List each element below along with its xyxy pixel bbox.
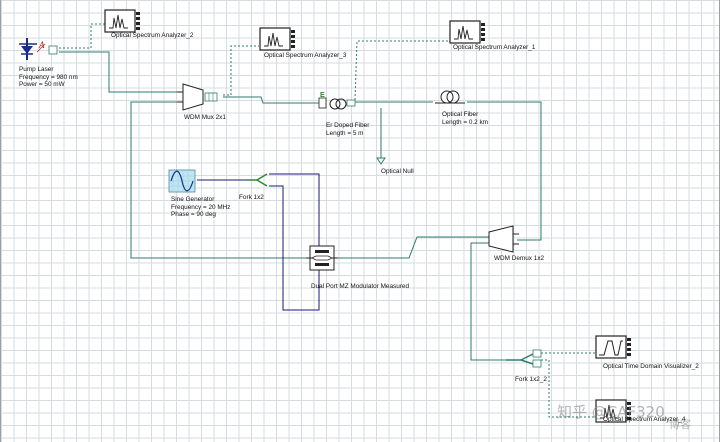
- optical-fiber-icon[interactable]: [435, 90, 465, 104]
- pump-laser-icon[interactable]: A: [19, 38, 58, 60]
- sine-generator-icon[interactable]: [168, 169, 196, 193]
- wire-pump-to-osa2[interactable]: [59, 23, 105, 49]
- wdm-mux-label: WDM Mux 2x1: [184, 114, 226, 121]
- er-doped-fiber-icon[interactable]: E: [318, 92, 356, 110]
- osa3-icon[interactable]: [259, 27, 295, 51]
- fiber-length: Length = 0.2 km: [442, 118, 489, 126]
- wire-mux-to-edf[interactable]: [223, 96, 319, 104]
- wdm-demux-icon[interactable]: [488, 225, 519, 253]
- otdv-icon[interactable]: [595, 335, 631, 359]
- mz-modulator-label: Dual Port MZ Modulator Measured: [311, 283, 410, 290]
- osa3-label: Optical Spectrum Analyzer_3: [264, 52, 347, 59]
- sine-name: Sine Generator: [171, 196, 215, 203]
- sine-phase: Phase = 90 deg: [171, 211, 216, 219]
- demux-label: WDM Demux 1x2: [494, 255, 545, 262]
- optical-null-icon[interactable]: [376, 157, 386, 165]
- svg-text:E: E: [320, 92, 325, 99]
- fork2-icon[interactable]: [506, 349, 542, 368]
- otdv-label: Optical Time Domain Visualizer_2: [603, 363, 699, 370]
- pump-laser-power: Power = 50 mW: [19, 81, 65, 89]
- edf-length: Length = 5 m: [326, 129, 364, 137]
- watermark-text: 知乎 @CAF320: [557, 403, 665, 421]
- fork2-label: Fork 1x2_2: [515, 376, 547, 383]
- wdm-mux-icon[interactable]: [177, 83, 218, 111]
- pump-laser-name: Pump Laser: [19, 66, 54, 73]
- fork1-icon[interactable]: [247, 173, 268, 187]
- fork1-label: Fork 1x2: [239, 194, 264, 201]
- wire-layer: A E: [19, 9, 631, 423]
- sine-generator-label: Sine Generator Frequency = 20 MHz Phase …: [171, 196, 231, 219]
- watermark-secondary: 博客: [669, 418, 691, 431]
- edf-label: Er Doped Fiber Length = 5 m: [326, 122, 369, 137]
- watermark: 知乎 @CAF320: [557, 401, 665, 422]
- fiber-name: Optical Fiber: [442, 111, 479, 118]
- mz-modulator-icon[interactable]: [306, 245, 338, 271]
- pump-laser-frequency: Frequency = 980 nm: [19, 73, 78, 81]
- wire-edf-to-osa1[interactable]: [354, 40, 449, 101]
- pump-laser-label: Pump Laser Frequency = 980 nm Power = 50…: [19, 66, 78, 89]
- sine-frequency: Frequency = 20 MHz: [171, 203, 231, 211]
- wire-mux-to-osa3[interactable]: [223, 45, 259, 96]
- osa1-icon[interactable]: [449, 20, 485, 44]
- schematic-canvas[interactable]: A E Pump Laser Frequency = 980 nm Power …: [0, 0, 720, 442]
- wire-fork1-to-mz-top[interactable]: [269, 173, 320, 248]
- optical-null-label: Optical Null: [381, 168, 414, 175]
- wire-mz-to-demux[interactable]: [337, 236, 489, 259]
- fiber-label: Optical Fiber Length = 0.2 km: [442, 111, 488, 126]
- osa2-label: Optical Spectrum Analyzer_2: [111, 32, 194, 39]
- osa2-icon[interactable]: [104, 9, 140, 33]
- edf-name: Er Doped Fiber: [326, 122, 370, 129]
- osa1-label: Optical Spectrum Analyzer_1: [453, 44, 536, 51]
